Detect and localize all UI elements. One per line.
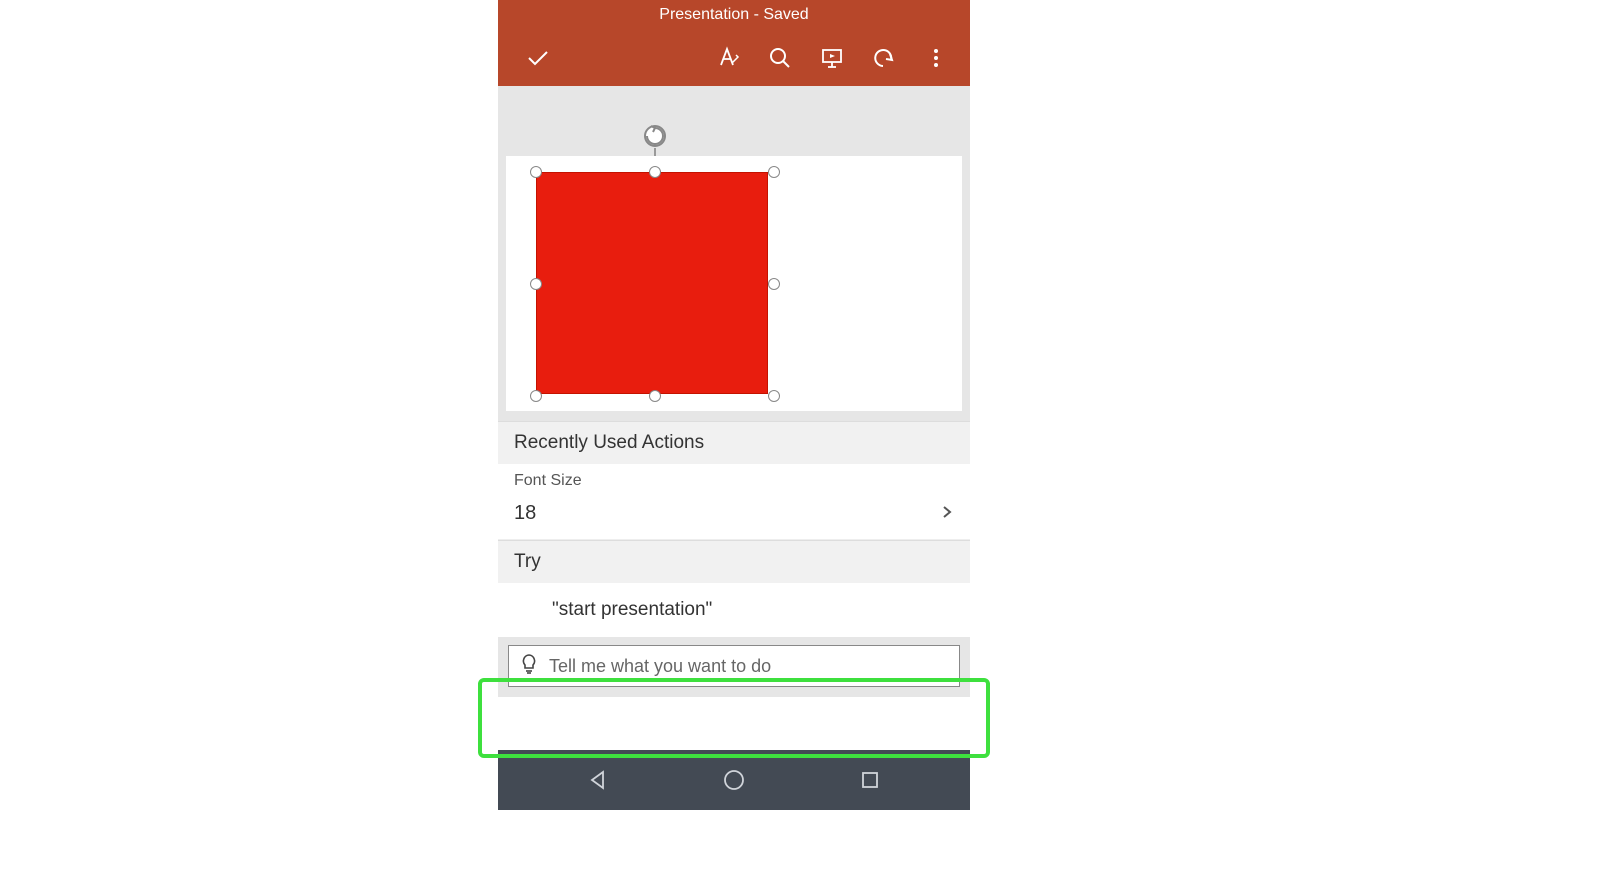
tell-me-input[interactable] — [549, 656, 951, 677]
android-home-button[interactable] — [721, 767, 747, 793]
android-recent-button[interactable] — [857, 767, 883, 793]
font-format-icon[interactable] — [714, 44, 742, 72]
resize-handle-bottom-center[interactable] — [649, 390, 661, 402]
document-title: Presentation - Saved — [659, 6, 808, 24]
tell-me-bar — [498, 637, 970, 697]
resize-handle-middle-left[interactable] — [530, 278, 542, 290]
recently-used-header: Recently Used Actions — [498, 421, 970, 464]
app-frame: Presentation - Saved — [498, 0, 970, 810]
try-header: Try — [498, 540, 970, 583]
resize-handle-bottom-right[interactable] — [768, 390, 780, 402]
present-slideshow-icon[interactable] — [818, 44, 846, 72]
search-icon[interactable] — [766, 44, 794, 72]
try-suggestion-start-presentation[interactable]: "start presentation" — [498, 583, 970, 637]
resize-handle-bottom-left[interactable] — [530, 390, 542, 402]
done-check-icon[interactable] — [524, 44, 552, 72]
resize-handle-top-right[interactable] — [768, 166, 780, 178]
slide[interactable] — [506, 156, 962, 411]
resize-handle-top-left[interactable] — [530, 166, 542, 178]
lightbulb-icon — [517, 652, 541, 681]
toolbar — [498, 30, 970, 86]
actions-panel: Recently Used Actions Font Size 18 Try "… — [498, 421, 970, 637]
red-rectangle-shape[interactable] — [536, 172, 768, 394]
chevron-right-icon — [940, 503, 954, 524]
title-bar: Presentation - Saved — [498, 0, 970, 30]
android-back-button[interactable] — [585, 767, 611, 793]
font-size-label: Font Size — [498, 464, 970, 492]
font-size-row[interactable]: 18 — [498, 492, 970, 540]
undo-icon[interactable] — [870, 44, 898, 72]
more-vertical-icon[interactable] — [922, 44, 950, 72]
tell-me-input-box[interactable] — [508, 645, 960, 687]
selected-shape-container[interactable] — [530, 166, 780, 401]
resize-handle-top-center[interactable] — [649, 166, 661, 178]
resize-handle-middle-right[interactable] — [768, 278, 780, 290]
font-size-value: 18 — [514, 502, 536, 525]
android-nav-bar — [498, 750, 970, 810]
slide-canvas-area — [498, 86, 970, 421]
